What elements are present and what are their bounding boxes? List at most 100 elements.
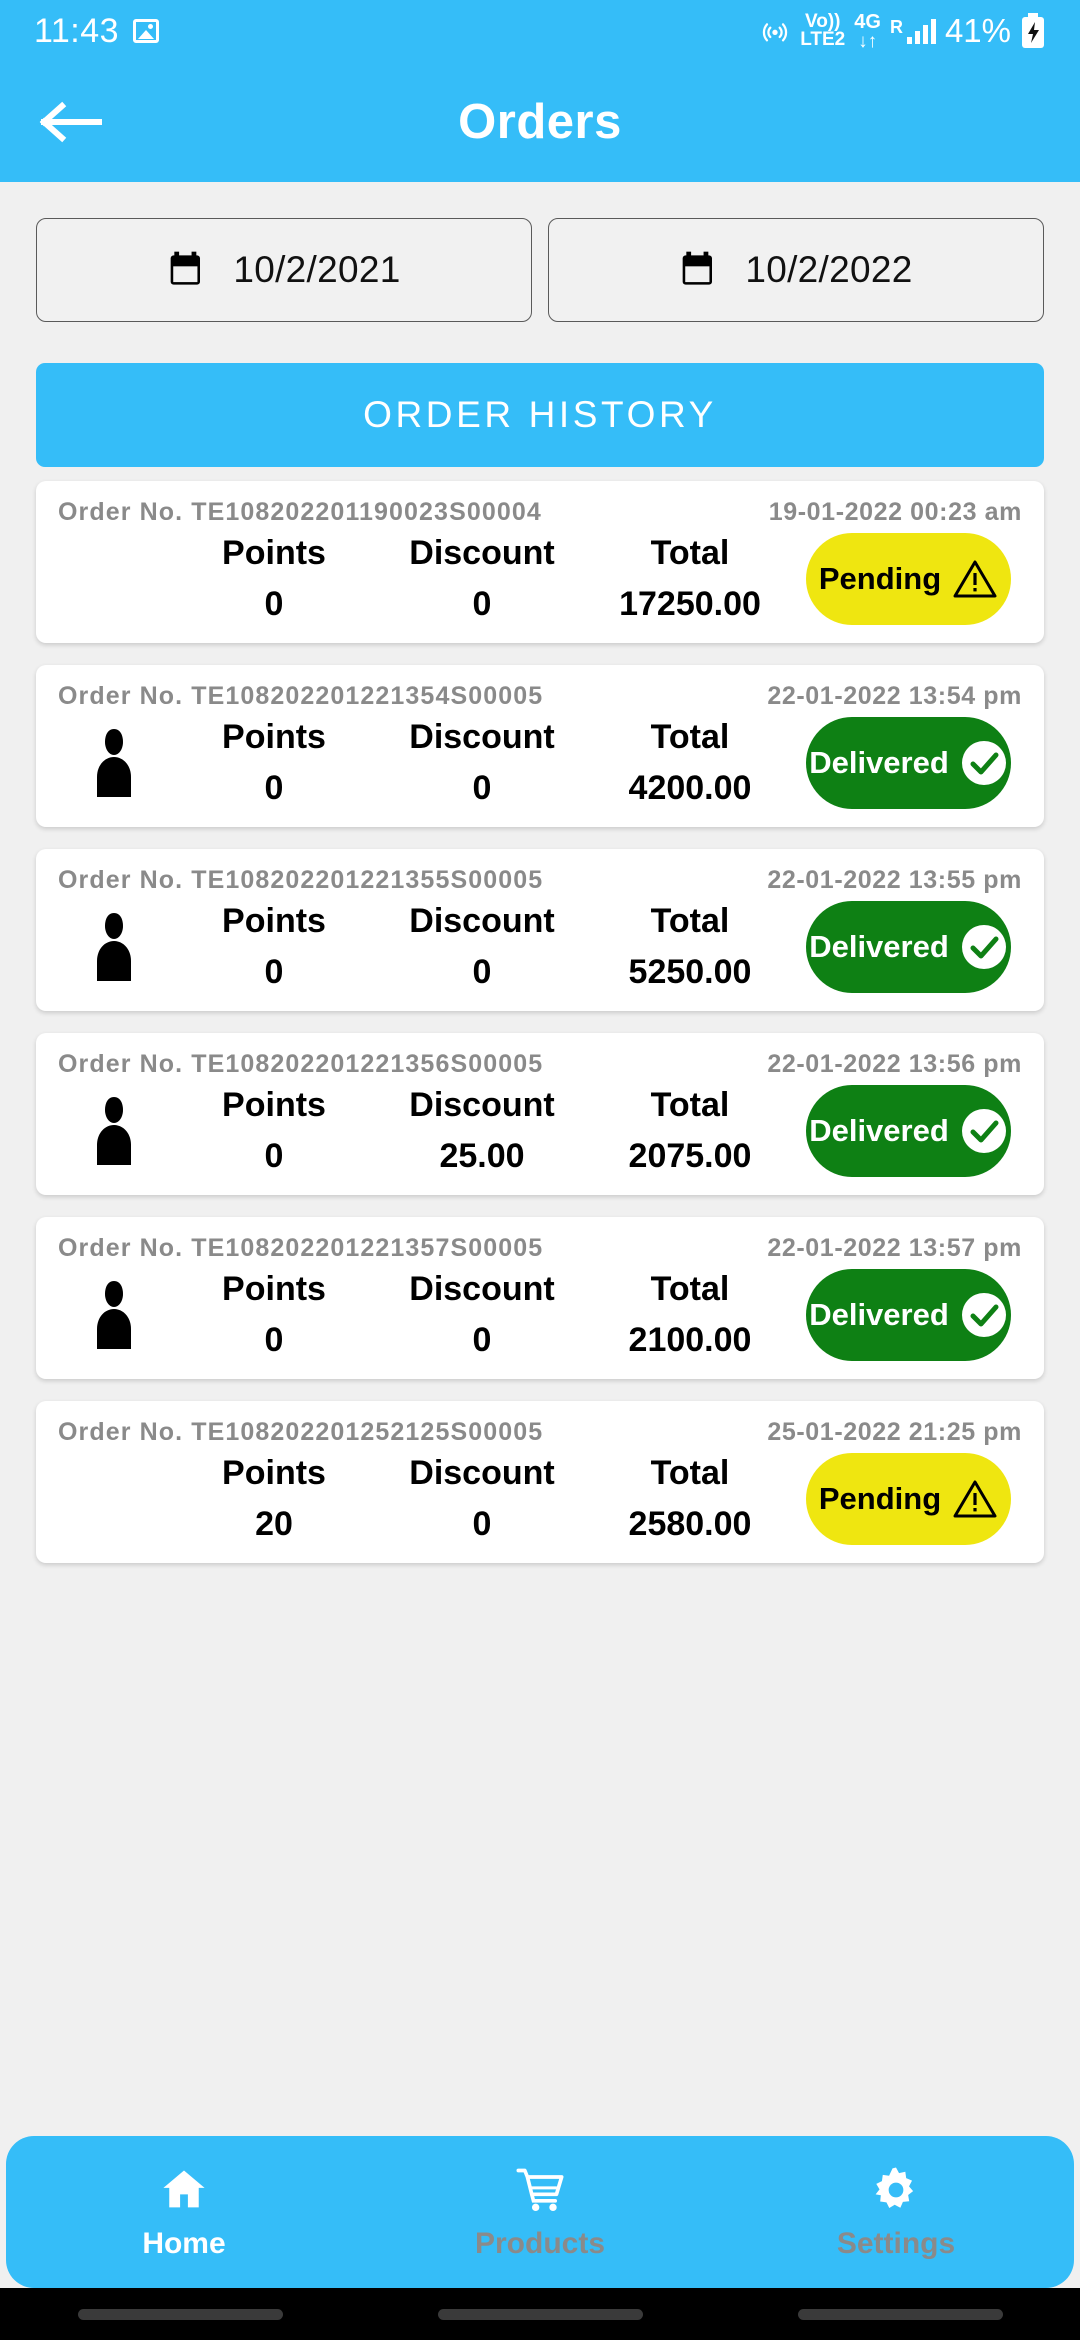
image-icon (133, 19, 160, 43)
to-date-value: 10/2/2022 (745, 249, 913, 290)
discount-label: Discount (409, 534, 555, 572)
order-card[interactable]: Order No. TE108202201221357S00005 22-01-… (36, 1217, 1044, 1379)
home-icon (158, 2164, 210, 2216)
order-card-body: Points 0 Discount 0 Total 2100.00 Delive… (58, 1269, 1022, 1361)
order-status-cell: Pending (794, 1453, 1022, 1545)
discount-metric: Discount 0 (378, 902, 586, 992)
calendar-icon (167, 248, 211, 292)
status-badge[interactable]: Pending (805, 533, 1011, 625)
order-status-cell: Delivered (794, 1269, 1022, 1361)
total-value: 2075.00 (628, 1137, 752, 1175)
main-content: 10/2/2021 10/2/2022 ORDER HISTORY Order … (0, 182, 1080, 1563)
discount-value: 0 (472, 953, 492, 991)
check-circle-icon (961, 741, 1006, 785)
status-badge[interactable]: Pending (805, 1453, 1011, 1545)
discount-label: Discount (409, 1086, 555, 1124)
points-metric: Points 0 (170, 534, 378, 624)
total-label: Total (650, 718, 730, 756)
nav-item-products[interactable]: Products (362, 2164, 718, 2261)
order-card-body: Points 0 Discount 0 Total 5250.00 Delive… (58, 901, 1022, 993)
order-card-body: Points 0 Discount 0 Total 4200.00 Delive… (58, 717, 1022, 809)
order-metrics: Points 0 Discount 0 Total 2100.00 (170, 1270, 794, 1360)
check-circle-icon (961, 1109, 1006, 1153)
order-timestamp: 22-01-2022 13:57 pm (767, 1234, 1022, 1262)
order-card[interactable]: Order No. TE108202201252125S00005 25-01-… (36, 1401, 1044, 1563)
total-metric: Total 4200.00 (586, 718, 794, 808)
order-card[interactable]: Order No. TE108202201221355S00005 22-01-… (36, 849, 1044, 1011)
roaming-label: R (889, 17, 903, 37)
points-metric: Points 0 (170, 1086, 378, 1176)
status-label: Delivered (809, 929, 949, 964)
order-status-cell: Delivered (794, 901, 1022, 993)
from-date-value: 10/2/2021 (233, 249, 401, 290)
network-4g-label: 4G (854, 10, 881, 33)
order-number: Order No. TE108202201252125S00005 (58, 1418, 544, 1446)
points-label: Points (222, 718, 326, 756)
status-label: Delivered (809, 1113, 949, 1148)
discount-label: Discount (409, 1270, 555, 1308)
calendar-icon (679, 248, 723, 292)
status-bar-clock: 11:43 (34, 11, 120, 50)
order-metrics: Points 0 Discount 0 Total 17250.00 (170, 534, 794, 624)
person-icon (97, 729, 131, 797)
total-metric: Total 2580.00 (586, 1454, 794, 1544)
total-value: 2580.00 (628, 1505, 752, 1543)
discount-value: 0 (472, 1505, 492, 1543)
points-value: 0 (264, 769, 284, 807)
system-gesture-bar (0, 2288, 1080, 2340)
back-arrow-icon (39, 101, 102, 143)
order-history-button[interactable]: ORDER HISTORY (36, 363, 1044, 467)
order-number: Order No. TE108202201221356S00005 (58, 1050, 544, 1078)
discount-metric: Discount 25.00 (378, 1086, 586, 1176)
customer-avatar (58, 1095, 170, 1167)
points-metric: Points 20 (170, 1454, 378, 1544)
order-card[interactable]: Order No. TE108202201221354S00005 22-01-… (36, 665, 1044, 827)
from-date-picker[interactable]: 10/2/2021 (36, 218, 532, 322)
customer-avatar (58, 911, 170, 983)
points-value: 20 (255, 1505, 293, 1543)
app-bar: Orders (0, 62, 1080, 182)
order-number: Order No. TE108202201221354S00005 (58, 682, 544, 710)
nav-item-home[interactable]: Home (6, 2164, 362, 2261)
status-badge[interactable]: Delivered (805, 717, 1011, 809)
status-bar-left: 11:43 (34, 11, 160, 51)
nav-item-settings[interactable]: Settings (718, 2164, 1074, 2261)
total-metric: Total 5250.00 (586, 902, 794, 992)
signal-bars-icon (906, 18, 936, 44)
back-button[interactable] (38, 92, 108, 152)
discount-label: Discount (409, 902, 555, 940)
status-badge[interactable]: Delivered (805, 1269, 1011, 1361)
discount-value: 0 (472, 1321, 492, 1359)
date-filter-row: 10/2/2021 10/2/2022 (0, 182, 1080, 322)
volte-indicator: Vo)) LTE2 (800, 12, 845, 49)
to-date-picker[interactable]: 10/2/2022 (548, 218, 1044, 322)
total-label: Total (650, 902, 730, 940)
network-type-indicator: 4G ↓↑ (854, 12, 881, 51)
order-card-header: Order No. TE108202201221357S00005 22-01-… (58, 1234, 1022, 1263)
order-timestamp: 22-01-2022 13:55 pm (767, 866, 1022, 894)
status-label: Pending (818, 1481, 942, 1516)
gesture-pill (797, 2308, 1003, 2320)
order-card[interactable]: Order No. TE108202201221356S00005 22-01-… (36, 1033, 1044, 1195)
person-icon (97, 1281, 131, 1349)
gear-icon (870, 2164, 922, 2216)
status-badge[interactable]: Delivered (805, 1085, 1011, 1177)
points-value: 0 (264, 1321, 284, 1359)
warning-icon (953, 560, 997, 598)
order-metrics: Points 20 Discount 0 Total 2580.00 (170, 1454, 794, 1544)
nav-item-label: Products (474, 2226, 606, 2260)
status-bar-right: Vo)) LTE2 4G ↓↑ R 41% (759, 12, 1046, 51)
order-timestamp: 19-01-2022 00:23 am (768, 498, 1022, 526)
order-status-cell: Delivered (794, 1085, 1022, 1177)
order-timestamp: 25-01-2022 21:25 pm (767, 1418, 1022, 1446)
person-icon (97, 913, 131, 981)
status-label: Delivered (809, 745, 949, 780)
status-badge[interactable]: Delivered (805, 901, 1011, 993)
bottom-navigation: Home Products Settings (6, 2136, 1074, 2288)
order-metrics: Points 0 Discount 25.00 Total 2075.00 (170, 1086, 794, 1176)
order-card[interactable]: Order No. TE108202201190023S00004 19-01-… (36, 481, 1044, 643)
person-icon (97, 1097, 131, 1165)
data-transfer-arrows-icon: ↓↑ (858, 30, 878, 52)
points-value: 0 (264, 953, 284, 991)
status-label: Delivered (809, 1297, 949, 1332)
